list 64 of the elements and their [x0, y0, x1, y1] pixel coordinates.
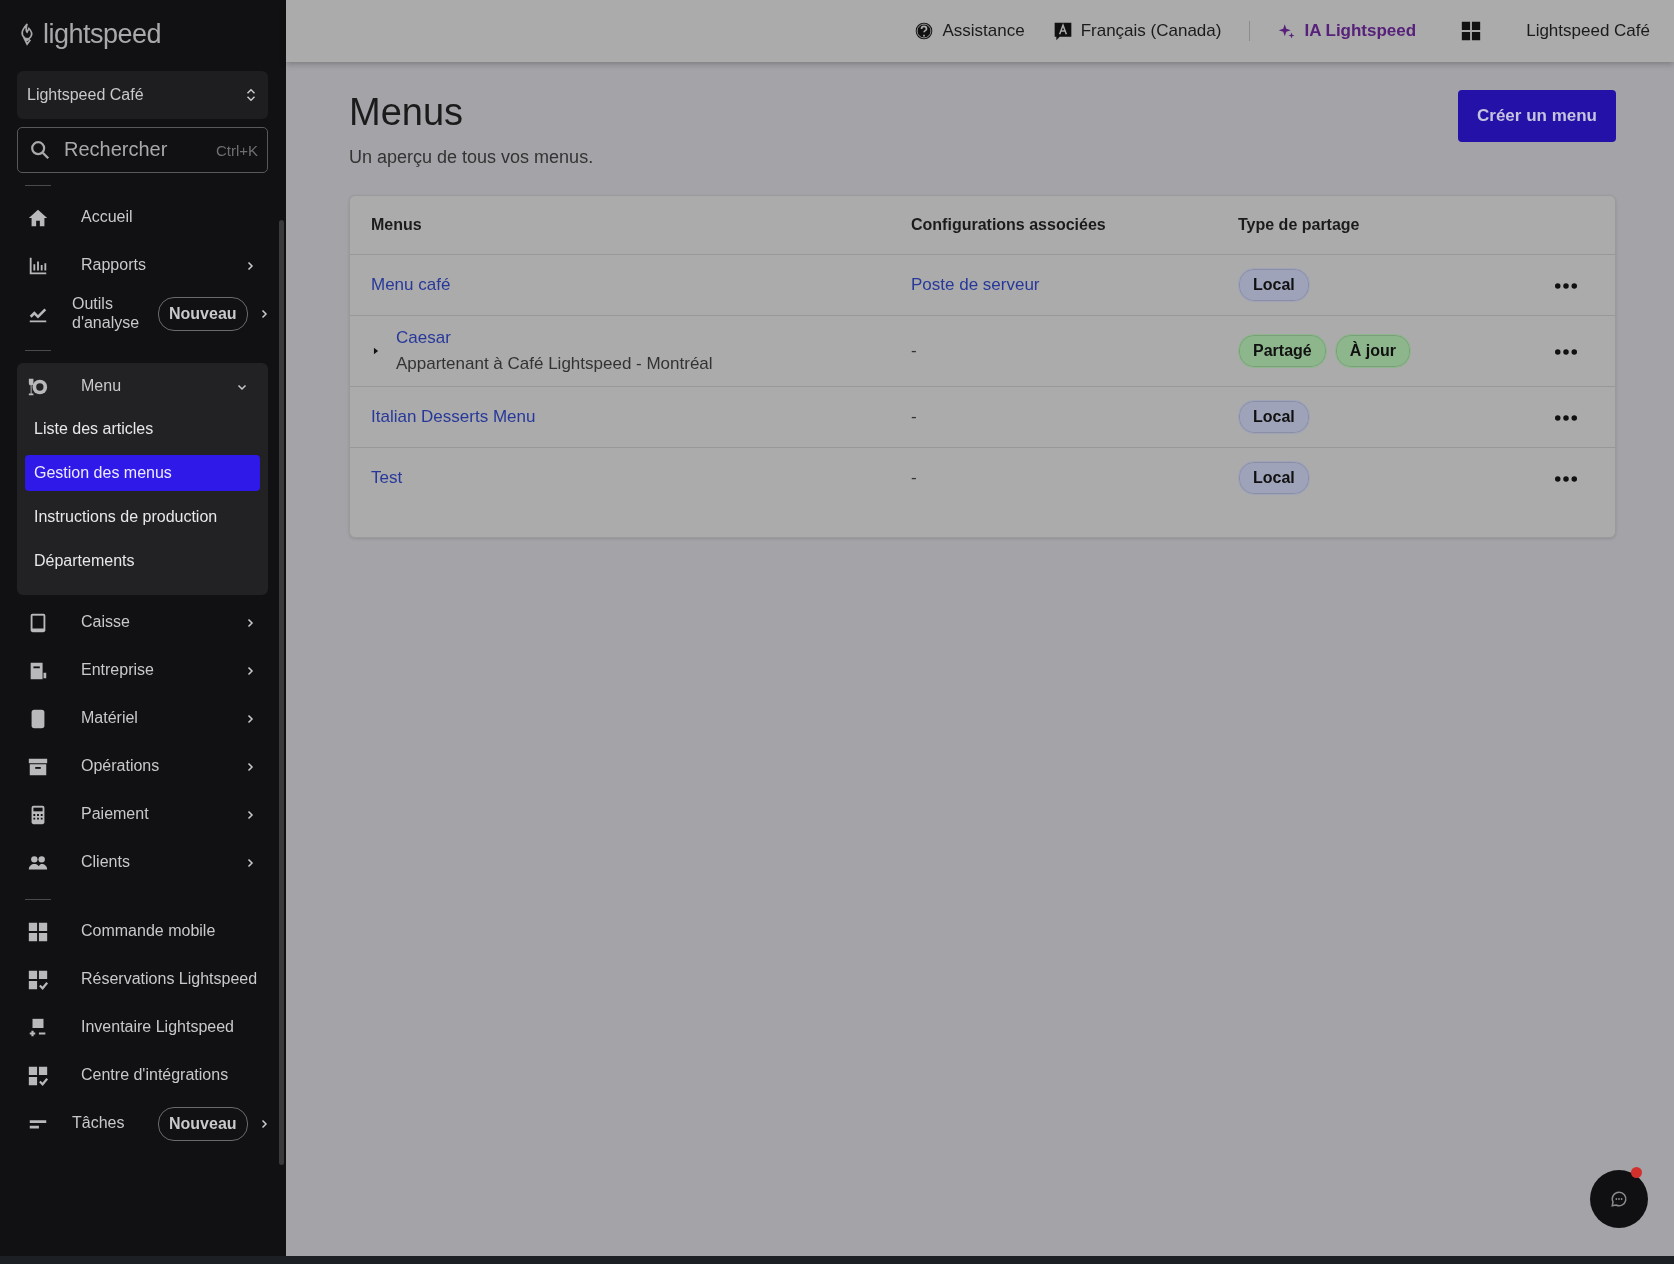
nav-item[interactable]: Réservations Lightspeed [17, 955, 268, 1004]
new-badge: Nouveau [158, 1106, 248, 1141]
language-selector[interactable]: Français (Canada) [1052, 18, 1222, 44]
nav-item[interactable]: Entreprise [17, 646, 268, 695]
sharing-tag: Partagé [1238, 333, 1327, 368]
nav-item[interactable]: Tâches Nouveau [17, 1099, 268, 1148]
question-circle-icon [914, 21, 935, 41]
nav-item[interactable]: Rapports [17, 241, 268, 290]
grid-icon [1460, 20, 1483, 42]
search-icon [29, 138, 51, 161]
page-title: Menus [349, 90, 465, 135]
sharing-tag: Local [1238, 267, 1310, 302]
new-badge: Nouveau [158, 296, 248, 331]
ai-assistant-link[interactable]: IA Lightspeed [1278, 18, 1417, 44]
more-icon [1555, 476, 1577, 483]
scrollbar[interactable] [279, 220, 284, 1165]
grid-check-icon [27, 968, 49, 991]
help-link[interactable]: Assistance [914, 18, 1025, 44]
nav-item[interactable]: Clients [17, 838, 268, 887]
table-cell: - [911, 468, 917, 488]
submenu-item[interactable]: Gestion des menus [25, 454, 260, 491]
menu-name-link[interactable]: Italian Desserts Menu [371, 403, 536, 430]
nav-item[interactable]: Opérations [17, 742, 268, 791]
submenu-item[interactable]: Instructions de production [25, 498, 260, 535]
chat-bubble-icon [1610, 1190, 1628, 1208]
location-selector[interactable]: Lightspeed Café [17, 70, 268, 119]
nav-item[interactable]: Commande mobile [17, 907, 268, 956]
column-header: Configurations associées [911, 214, 1107, 235]
column-header: Type de partage [1238, 214, 1361, 235]
nav-item[interactable]: Inventaire Lightspeed [17, 1003, 268, 1052]
account-menu[interactable]: Lightspeed Café [1526, 18, 1650, 44]
sharing-tag: Local [1238, 461, 1310, 496]
create-menu-button[interactable]: Créer un menu [1458, 90, 1616, 142]
sharing-tag: Local [1238, 399, 1310, 434]
owner-text: Appartenant à Café Lightspeed - Montréal [396, 352, 713, 375]
shortcut-hint: Ctrl+K [215, 140, 258, 161]
nav-item[interactable]: Paiement [17, 790, 268, 839]
configuration-link[interactable]: Poste de serveur [911, 274, 1040, 294]
menu-name-link[interactable]: Test [371, 465, 403, 491]
more-icon [1555, 282, 1577, 289]
page-subtitle: Un aperçu de tous vos menus. [349, 145, 594, 169]
grid-icon [27, 920, 49, 943]
column-header: Menus [371, 214, 423, 235]
submenu-item[interactable]: Départements [25, 542, 260, 579]
chat-button[interactable] [1590, 1170, 1648, 1228]
sparkle-icon [1278, 22, 1297, 40]
nav-item[interactable]: Outils d'analyse Nouveau [17, 289, 268, 338]
apps-button[interactable] [1460, 20, 1483, 42]
nav-item[interactable]: Accueil [17, 193, 268, 242]
menu-name-link[interactable]: Caesar [396, 325, 713, 351]
grid-check-icon [27, 1064, 49, 1087]
more-icon [1555, 414, 1577, 421]
table-cell: - [911, 340, 917, 360]
logo-text: lightspeed [43, 18, 162, 51]
more-icon [1555, 348, 1577, 355]
nav-item[interactable]: Centre d'intégrations [17, 1051, 268, 1100]
submenu-item[interactable]: Liste des articles [25, 410, 260, 447]
nav-item[interactable]: Matériel [17, 694, 268, 743]
nav-item[interactable]: Menu [17, 362, 260, 411]
sharing-tag: À jour [1334, 333, 1411, 368]
table-cell: - [911, 406, 917, 426]
nav-item[interactable]: Caisse [17, 598, 268, 647]
menu-name-link[interactable]: Menu café [371, 271, 451, 298]
language-icon [1052, 21, 1073, 41]
